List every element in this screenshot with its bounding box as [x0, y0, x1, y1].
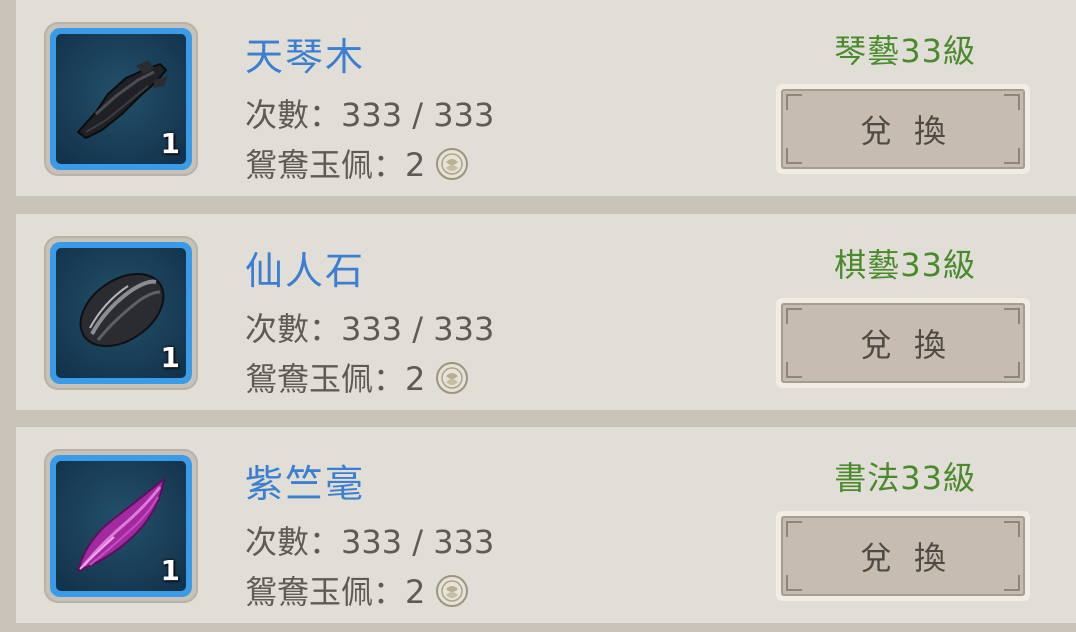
cost-value: 2 — [405, 573, 426, 611]
requirement-label: 書法33級 — [834, 459, 976, 497]
exchange-item-row: 1 仙人石 次數：333 / 333 鴛鴦玉佩：2 棋藝33級 兌換 — [16, 214, 1076, 410]
cost-label: 鴛鴦玉佩： — [245, 146, 406, 184]
cost-value: 2 — [405, 360, 426, 398]
count-value: 333 / 333 — [341, 96, 495, 134]
exchange-button[interactable]: 兌換 — [776, 511, 1030, 601]
jade-coin-icon — [436, 148, 469, 180]
jade-coin-icon — [436, 362, 469, 394]
item-slot[interactable]: 1 — [44, 22, 198, 176]
cost-value: 2 — [405, 146, 426, 184]
exchange-count: 次數：333 / 333 — [245, 90, 494, 136]
item-name: 紫竺毫 — [245, 462, 366, 506]
item-quantity: 1 — [160, 341, 180, 374]
requirement-label: 琴藝33級 — [834, 32, 976, 70]
cost-label: 鴛鴦玉佩： — [245, 360, 406, 398]
exchange-list: 1 天琴木 次數：333 / 333 鴛鴦玉佩：2 琴藝33級 兌換 1 仙人石… — [0, 0, 1076, 632]
exchange-cost: 鴛鴦玉佩：2 — [245, 140, 469, 186]
item-slot[interactable]: 1 — [44, 449, 198, 603]
exchange-button-label: 兌換 — [859, 326, 968, 364]
exchange-button[interactable]: 兌換 — [776, 84, 1030, 174]
item-name: 仙人石 — [245, 249, 366, 293]
item-name: 天琴木 — [245, 35, 366, 79]
exchange-cost: 鴛鴦玉佩：2 — [245, 354, 469, 400]
count-label: 次數： — [245, 310, 342, 348]
exchange-item-row: 1 天琴木 次數：333 / 333 鴛鴦玉佩：2 琴藝33級 兌換 — [16, 0, 1076, 196]
exchange-cost: 鴛鴦玉佩：2 — [245, 567, 469, 613]
count-value: 333 / 333 — [341, 523, 495, 561]
count-label: 次數： — [245, 96, 342, 134]
exchange-item-row: 1 紫竺毫 次數：333 / 333 鴛鴦玉佩：2 書法33級 兌換 — [16, 427, 1076, 623]
exchange-count: 次數：333 / 333 — [245, 517, 494, 563]
jade-coin-icon — [436, 575, 469, 607]
exchange-button[interactable]: 兌換 — [776, 298, 1030, 388]
item-quantity: 1 — [160, 554, 180, 587]
exchange-button-label: 兌換 — [859, 112, 968, 150]
count-label: 次數： — [245, 523, 342, 561]
item-quantity: 1 — [160, 127, 180, 160]
cost-label: 鴛鴦玉佩： — [245, 573, 406, 611]
count-value: 333 / 333 — [341, 310, 495, 348]
requirement-label: 棋藝33級 — [834, 246, 976, 284]
exchange-count: 次數：333 / 333 — [245, 304, 494, 350]
exchange-button-label: 兌換 — [859, 539, 968, 577]
item-slot[interactable]: 1 — [44, 236, 198, 390]
